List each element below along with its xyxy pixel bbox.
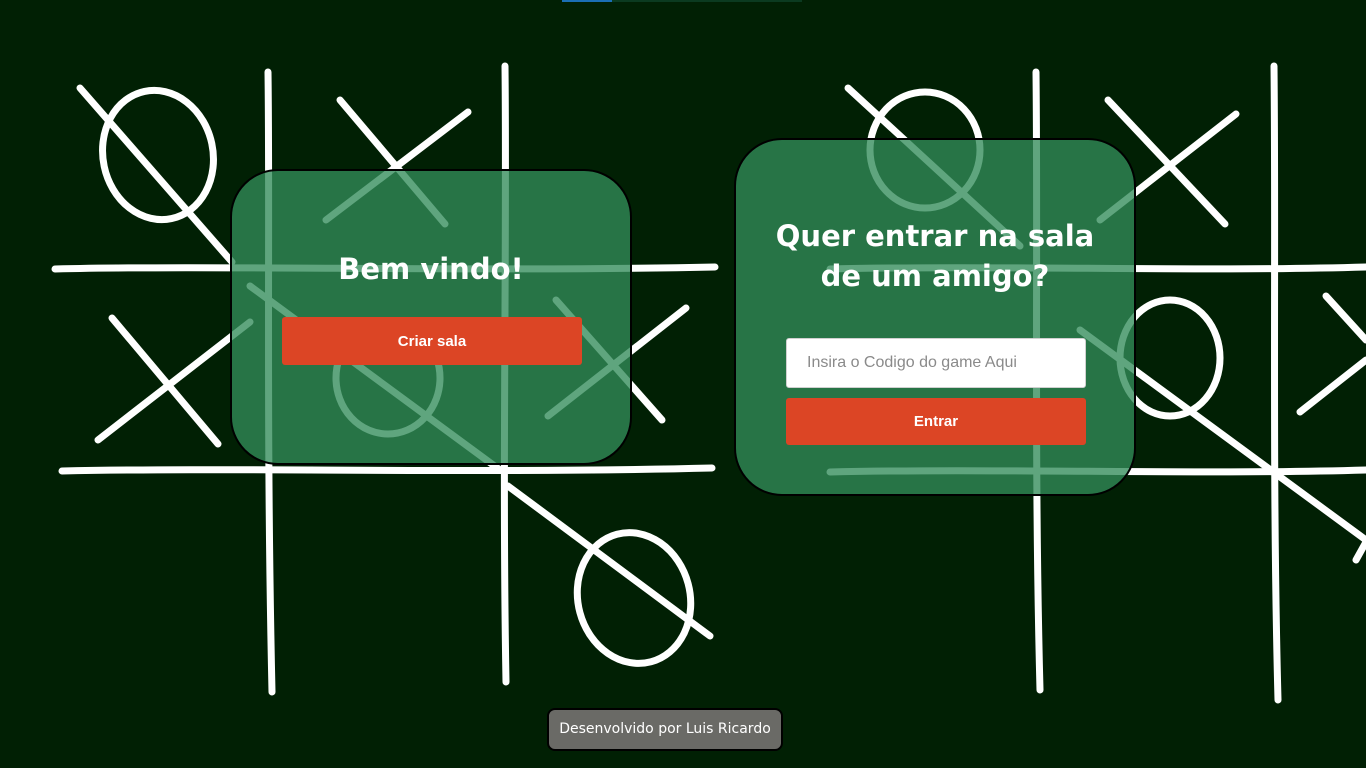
join-room-title: Quer entrar na sala de um amigo? [775,219,1095,293]
top-progress-segment [562,0,612,2]
create-room-card: Bem vindo! Criar sala [230,169,632,465]
developer-credit: Desenvolvido por Luis Ricardo [547,708,783,751]
top-progress-bar [562,0,802,2]
game-code-input[interactable] [786,338,1086,388]
create-room-button[interactable]: Criar sala [282,317,582,365]
tic-tac-toe-board-icon [51,62,1366,704]
join-room-button[interactable]: Entrar [786,398,1086,445]
join-room-card: Quer entrar na sala de um amigo? Entrar [734,138,1136,496]
welcome-title: Bem vindo! [338,252,524,286]
